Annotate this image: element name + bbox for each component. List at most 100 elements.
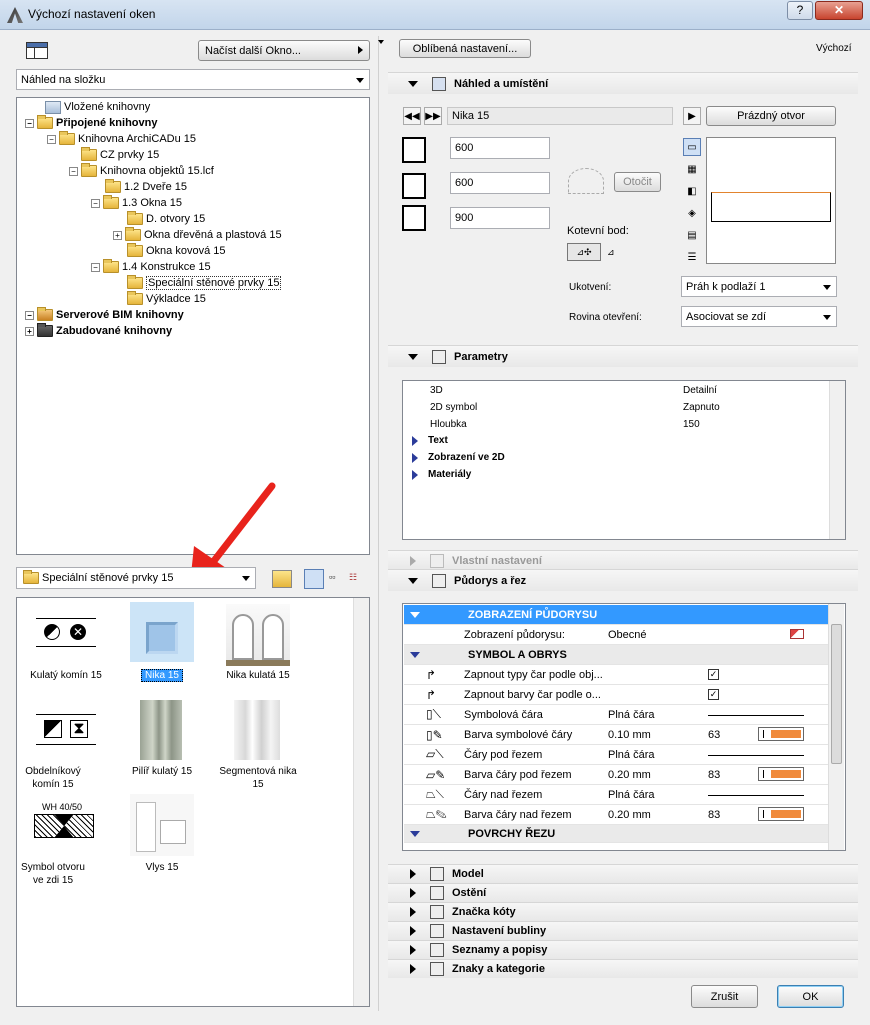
group-floor-plan-display[interactable]: ZOBRAZENÍ PŮDORYSU <box>404 605 828 625</box>
group-symbol-outline[interactable]: SYMBOL A OBRYS <box>404 645 828 665</box>
collapse-icon[interactable]: − <box>47 134 56 144</box>
close-button[interactable]: ✕ <box>815 1 863 20</box>
row-symbol-line-color[interactable]: ▯✎ Barva symbolové čáry 0.10 mm 63 <box>404 725 828 745</box>
section-preview-placement[interactable]: Náhled a umístění <box>388 72 858 94</box>
param-group-materials[interactable]: Materiály <box>412 469 471 480</box>
tree-item[interactable]: + Okna dřevěná a plastová 15 <box>113 227 282 243</box>
row-below-cut-color[interactable]: ⏥✎ Barva čáry pod řezem 0.20 mm 83 <box>404 765 828 785</box>
expand-icon[interactable]: + <box>113 230 122 240</box>
param-value[interactable]: Detailní <box>683 385 717 396</box>
row-line-colors-by-object[interactable]: ↱ Zapnout barvy čar podle o... ✓ <box>404 685 828 705</box>
tree-item[interactable]: −1.4 Konstrukce 15 <box>91 259 211 275</box>
collapse-icon[interactable]: − <box>69 166 78 176</box>
collapse-icon[interactable]: − <box>25 310 34 320</box>
section-reveal[interactable]: Ostění <box>388 883 858 902</box>
favorites-button[interactable]: Oblíbená nastavení... <box>399 39 531 58</box>
3d-view-icon[interactable]: ◈ <box>683 204 701 222</box>
section-tags-categories[interactable]: Znaky a kategorie <box>388 959 858 978</box>
thumb-kulaty-komin[interactable]: ✕ <box>34 606 98 666</box>
floor-plan-view-icon[interactable]: ▭ <box>683 138 701 156</box>
row-floor-plan-display[interactable]: Zobrazení půdorysu: Obecné <box>404 625 828 645</box>
tree-item[interactable]: − Knihovna ArchiCADu 15 <box>47 131 196 147</box>
list-view-icon[interactable]: ☰ <box>683 248 701 266</box>
load-more-button[interactable]: Načíst další Okno... <box>198 40 370 61</box>
row-lines-above-cut[interactable]: ⏢⟍ Čáry nad řezem Plná čára <box>404 785 828 805</box>
plan-settings-scrollbar[interactable] <box>828 604 844 850</box>
tree-item[interactable]: D. otvory 15 <box>127 211 205 227</box>
param-group-text[interactable]: Text <box>412 435 448 446</box>
section-dimension-marker[interactable]: Značka kóty <box>388 902 858 921</box>
collapse-icon[interactable]: − <box>25 118 34 128</box>
chevron-down-icon[interactable] <box>378 40 384 44</box>
section-lists-labels[interactable]: Seznamy a popisy <box>388 940 858 959</box>
collapse-icon[interactable]: − <box>91 198 100 208</box>
folder-select[interactable]: Speciální stěnové prvky 15 <box>16 567 256 589</box>
collapse-arrow-icon <box>408 353 418 360</box>
pen-color-swatch[interactable] <box>758 767 804 781</box>
pen-color-swatch[interactable] <box>758 727 804 741</box>
thumb-symbol-otvoru[interactable]: WH 40/50 <box>32 800 96 850</box>
tree-item[interactable]: − Serverové BIM knihovny <box>25 307 184 323</box>
tree-item[interactable]: CZ prvky 15 <box>81 147 159 163</box>
section-bubble-settings[interactable]: Nastavení bubliny <box>388 921 858 940</box>
anchor-point-icon[interactable]: ⊿✣ <box>567 243 601 261</box>
help-button[interactable]: ? <box>787 1 813 20</box>
thumb-obdelnikovy-komin[interactable]: ⧗ <box>34 704 98 756</box>
row-above-cut-color[interactable]: ⏢✎ Barva čáry nad řezem 0.20 mm 83 <box>404 805 828 825</box>
section-floor-plan-section[interactable]: Půdorys a řez <box>388 569 858 591</box>
cancel-button[interactable]: Zrušit <box>691 985 758 1008</box>
width-field[interactable]: 600 <box>450 137 550 159</box>
ok-button[interactable]: OK <box>777 985 844 1008</box>
section-parameters[interactable]: Parametry <box>388 345 858 367</box>
height-field[interactable]: 600 <box>450 172 550 194</box>
tree-item[interactable]: Výkladce 15 <box>127 291 206 307</box>
tree-item[interactable]: 1.2 Dveře 15 <box>105 179 187 195</box>
thumb-nika-kulata[interactable] <box>226 604 290 666</box>
tree-item[interactable]: Vložené knihovny <box>45 99 150 115</box>
tree-item[interactable]: − Připojené knihovny <box>25 115 157 131</box>
row-lines-below-cut[interactable]: ⏥⟍ Čáry pod řezem Plná čára <box>404 745 828 765</box>
param-value[interactable]: 150 <box>683 419 700 430</box>
list-view-icon[interactable] <box>26 42 48 59</box>
rotate-button[interactable]: Otočit <box>614 172 661 192</box>
icon-view-button[interactable] <box>304 569 324 589</box>
elevation-view-icon[interactable]: ▦ <box>683 160 701 178</box>
list-view-icon[interactable]: ☷ <box>349 572 363 586</box>
thumbnails-scrollbar[interactable] <box>353 598 369 1006</box>
line-colors-checkbox[interactable]: ✓ <box>708 689 719 700</box>
side-view-icon[interactable]: ◧ <box>683 182 701 200</box>
row-symbol-line[interactable]: ▯⟍ Symbolová čára Plná čára <box>404 705 828 725</box>
empty-opening-button[interactable]: Prázdný otvor <box>706 106 836 126</box>
thumb-nika-selected[interactable] <box>130 602 194 662</box>
section-view-icon[interactable]: ▤ <box>683 226 701 244</box>
thumb-pilir-kulaty[interactable] <box>130 696 194 762</box>
section-model[interactable]: Model <box>388 864 858 883</box>
line-types-checkbox[interactable]: ✓ <box>708 669 719 680</box>
tree-item[interactable]: − Knihovna objektů 15.lcf <box>69 163 214 179</box>
opening-plane-select[interactable]: Asociovat se zdí <box>681 306 837 327</box>
anchor-flip-icon[interactable]: ⊿ <box>607 247 617 257</box>
previous-object-button[interactable]: ◀◀ <box>403 107 421 125</box>
group-cut-surfaces[interactable]: POVRCHY ŘEZU <box>404 825 828 843</box>
row-line-types-by-object[interactable]: ↱ Zapnout typy čar podle obj... ✓ <box>404 665 828 685</box>
param-value[interactable]: Zapnuto <box>683 402 720 413</box>
anchoring-select[interactable]: Práh k podlaží 1 <box>681 276 837 297</box>
view-mode-select[interactable]: Náhled na složku <box>16 69 370 90</box>
pen-color-swatch[interactable] <box>758 807 804 821</box>
expand-icon[interactable]: + <box>25 326 34 336</box>
thumb-segmentova-nika[interactable] <box>226 696 290 762</box>
tree-item[interactable]: −1.3 Okna 15 <box>91 195 182 211</box>
thumb-vlys[interactable] <box>130 794 194 856</box>
depth-field[interactable]: 900 <box>450 207 550 229</box>
parameters-scrollbar[interactable] <box>829 381 845 539</box>
next-object-button[interactable]: ▶▶ <box>424 107 442 125</box>
panel-splitter[interactable] <box>378 36 384 1011</box>
tree-item[interactable]: + Zabudované knihovny <box>25 323 172 339</box>
collapse-icon[interactable]: − <box>91 262 100 272</box>
object-menu-button[interactable]: ▶ <box>683 107 701 125</box>
folder-up-icon[interactable] <box>272 570 292 588</box>
param-group-2d[interactable]: Zobrazení ve 2D <box>412 452 505 463</box>
tree-item-selected[interactable]: Speciální stěnové prvky 15 <box>127 275 282 291</box>
tree-item[interactable]: Okna kovová 15 <box>127 243 226 259</box>
small-icon-view-icon[interactable]: ▫▫ <box>329 572 343 586</box>
